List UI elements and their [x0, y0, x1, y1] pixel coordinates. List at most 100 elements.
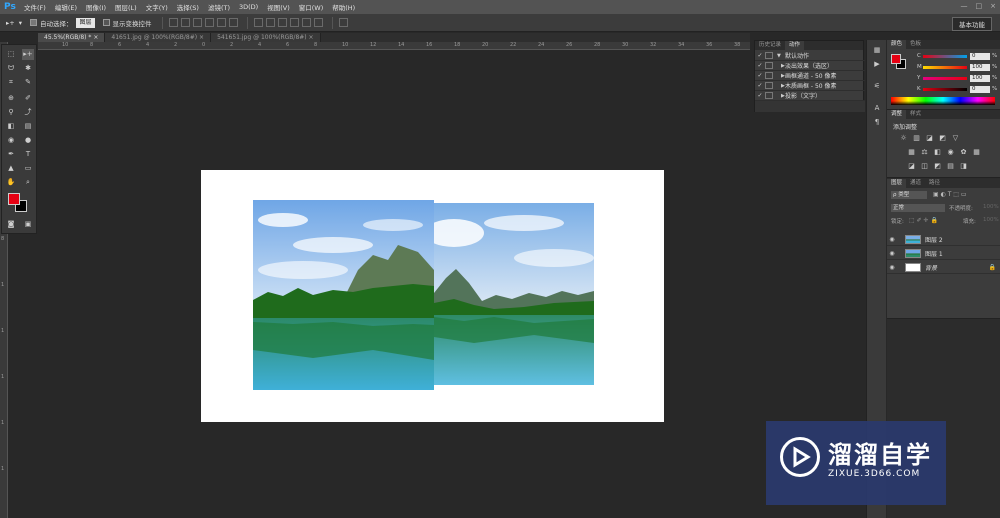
- align-bottom-icon[interactable]: [192, 18, 202, 27]
- menu-file[interactable]: 文件(F): [24, 2, 46, 12]
- black-white-icon[interactable]: ◧: [933, 148, 942, 156]
- tab-history[interactable]: 历史记录: [755, 41, 785, 50]
- action-set-row[interactable]: ✓ ▼ 默认动作: [755, 51, 865, 61]
- dialog-toggle-box[interactable]: [765, 52, 773, 59]
- align-top-icon[interactable]: [168, 18, 178, 27]
- action-row[interactable]: ✓ ▶ 淡出效果（选区）: [755, 61, 865, 71]
- checkmark-icon[interactable]: ✓: [755, 92, 765, 99]
- photo-filter-icon[interactable]: ◉: [946, 148, 955, 156]
- tab-close-icon[interactable]: ×: [309, 34, 314, 41]
- healing-brush-tool-icon[interactable]: ⊕: [5, 93, 17, 104]
- move-tool-preset-icon[interactable]: ▸+: [6, 19, 15, 27]
- vibrance-icon[interactable]: ▽: [951, 134, 960, 142]
- distribute-left-icon[interactable]: [289, 18, 299, 27]
- tab-paths[interactable]: 路径: [925, 179, 944, 188]
- paragraph-panel-icon[interactable]: ¶: [871, 118, 883, 128]
- lasso-tool-icon[interactable]: ᗢ: [5, 63, 17, 74]
- doc-tab-1[interactable]: 45.5%(RGB/8) * ×: [38, 33, 106, 42]
- dialog-toggle-box[interactable]: [765, 72, 773, 79]
- fill-value[interactable]: 100%: [983, 217, 999, 223]
- tab-channels[interactable]: 通道: [906, 179, 925, 188]
- auto-align-icon[interactable]: [338, 18, 348, 27]
- color-fg-swatch[interactable]: [891, 54, 901, 64]
- menu-3d[interactable]: 3D(D): [239, 3, 258, 11]
- channel-value-input[interactable]: 100: [970, 63, 990, 71]
- checkmark-icon[interactable]: ✓: [755, 82, 765, 89]
- distribute-right-icon[interactable]: [313, 18, 323, 27]
- maximize-button[interactable]: □: [976, 2, 983, 10]
- slider-m[interactable]: M 100 %: [917, 63, 997, 71]
- tab-layers[interactable]: 图层: [887, 179, 907, 188]
- layer-row[interactable]: ◉ 图层 1: [887, 247, 1000, 260]
- action-row[interactable]: ✓ ▶ 画框通道 - 50 像素: [755, 71, 865, 81]
- menu-layer[interactable]: 图层(L): [115, 2, 137, 12]
- actions-panel-icon[interactable]: ▶: [871, 60, 883, 70]
- auto-select-checkbox[interactable]: [29, 19, 37, 26]
- color-balance-icon[interactable]: ⚖: [920, 148, 929, 156]
- minimize-button[interactable]: —: [961, 2, 968, 10]
- checkmark-icon[interactable]: ✓: [755, 52, 765, 59]
- layer-row[interactable]: ◉ 图层 2: [887, 233, 1000, 246]
- slider-track[interactable]: [923, 76, 967, 80]
- magic-wand-tool-icon[interactable]: ✱: [22, 63, 34, 74]
- levels-icon[interactable]: ▥: [912, 134, 921, 142]
- character-panel-icon[interactable]: A: [871, 104, 883, 114]
- marquee-tool-icon[interactable]: ⬚: [5, 49, 17, 60]
- menu-edit[interactable]: 编辑(E): [55, 2, 77, 12]
- slider-k[interactable]: K 0 %: [917, 85, 997, 93]
- selective-color-icon[interactable]: ◨: [959, 162, 968, 170]
- clone-stamp-tool-icon[interactable]: ⚲: [5, 107, 17, 118]
- threshold-icon[interactable]: ◩: [933, 162, 942, 170]
- properties-panel-icon[interactable]: ⚟: [871, 82, 883, 92]
- distribute-top-icon[interactable]: [253, 18, 263, 27]
- tab-actions[interactable]: 动作: [785, 41, 805, 50]
- expand-triangle-icon[interactable]: ▶: [777, 83, 785, 89]
- tab-close-icon[interactable]: ×: [199, 34, 204, 41]
- pen-tool-icon[interactable]: ✒: [5, 149, 17, 160]
- color-lookup-icon[interactable]: ▦: [972, 148, 981, 156]
- posterize-icon[interactable]: ◫: [920, 162, 929, 170]
- channel-value-input[interactable]: 100: [970, 74, 990, 82]
- tab-color[interactable]: 颜色: [887, 40, 907, 49]
- dialog-toggle-box[interactable]: [765, 82, 773, 89]
- invert-icon[interactable]: ◪: [907, 162, 916, 170]
- blur-tool-icon[interactable]: ◉: [5, 135, 17, 146]
- move-tool-icon[interactable]: ▸+: [22, 49, 34, 60]
- expand-triangle-icon[interactable]: ▶: [777, 73, 785, 79]
- hue-saturation-icon[interactable]: ▦: [907, 148, 916, 156]
- preset-chevron-icon[interactable]: ▾: [19, 19, 22, 27]
- doc-tab-3[interactable]: 541651.jpg @ 100%(RGB/8#) ×: [211, 33, 321, 42]
- eye-icon[interactable]: ◉: [887, 250, 897, 257]
- crop-tool-icon[interactable]: ⌗: [5, 77, 17, 88]
- channel-value-input[interactable]: 0: [970, 52, 990, 60]
- distribute-bottom-icon[interactable]: [277, 18, 287, 27]
- tab-close-icon[interactable]: ×: [93, 34, 98, 41]
- ruler-horizontal[interactable]: 10 8 6 4 2 0 2 4 6 8 10 12 14 16 18 20 22 24 26 28 30 32 34 36 3…: [38, 42, 768, 50]
- foreground-color-swatch[interactable]: [8, 193, 20, 205]
- gradient-map-icon[interactable]: ▤: [946, 162, 955, 170]
- dialog-toggle-box[interactable]: [765, 92, 773, 99]
- layer-filter-icons[interactable]: ▣ ◐ T ⬚ ▭: [933, 191, 967, 198]
- lock-icons[interactable]: ⬚ ✐ ✛ 🔒: [909, 217, 938, 224]
- checkmark-icon[interactable]: ✓: [755, 62, 765, 69]
- history-brush-tool-icon[interactable]: ⤴: [22, 107, 34, 118]
- tab-styles[interactable]: 样式: [906, 110, 925, 119]
- screen-mode-icon[interactable]: ▣: [22, 219, 34, 230]
- dialog-toggle-box[interactable]: [765, 62, 773, 69]
- eye-icon[interactable]: ◉: [887, 236, 897, 243]
- type-tool-icon[interactable]: T: [22, 149, 34, 160]
- hand-tool-icon[interactable]: ✋: [5, 177, 17, 188]
- action-row[interactable]: ✓ ▶ 木质画框 - 50 像素: [755, 81, 865, 91]
- slider-track[interactable]: [923, 65, 967, 69]
- expand-triangle-icon[interactable]: ▶: [777, 63, 785, 69]
- close-button[interactable]: ×: [990, 2, 996, 10]
- eyedropper-tool-icon[interactable]: ✎: [22, 77, 34, 88]
- expand-triangle-icon[interactable]: ▼: [777, 53, 785, 59]
- landscape-photo-left[interactable]: [253, 200, 434, 390]
- document-canvas[interactable]: [201, 170, 664, 422]
- blend-mode-select[interactable]: 正常: [891, 204, 945, 212]
- gradient-tool-icon[interactable]: ▤: [22, 121, 34, 132]
- color-spectrum-ramp[interactable]: [891, 97, 995, 105]
- channel-mixer-icon[interactable]: ✿: [959, 148, 968, 156]
- opacity-value[interactable]: 100%: [983, 204, 999, 210]
